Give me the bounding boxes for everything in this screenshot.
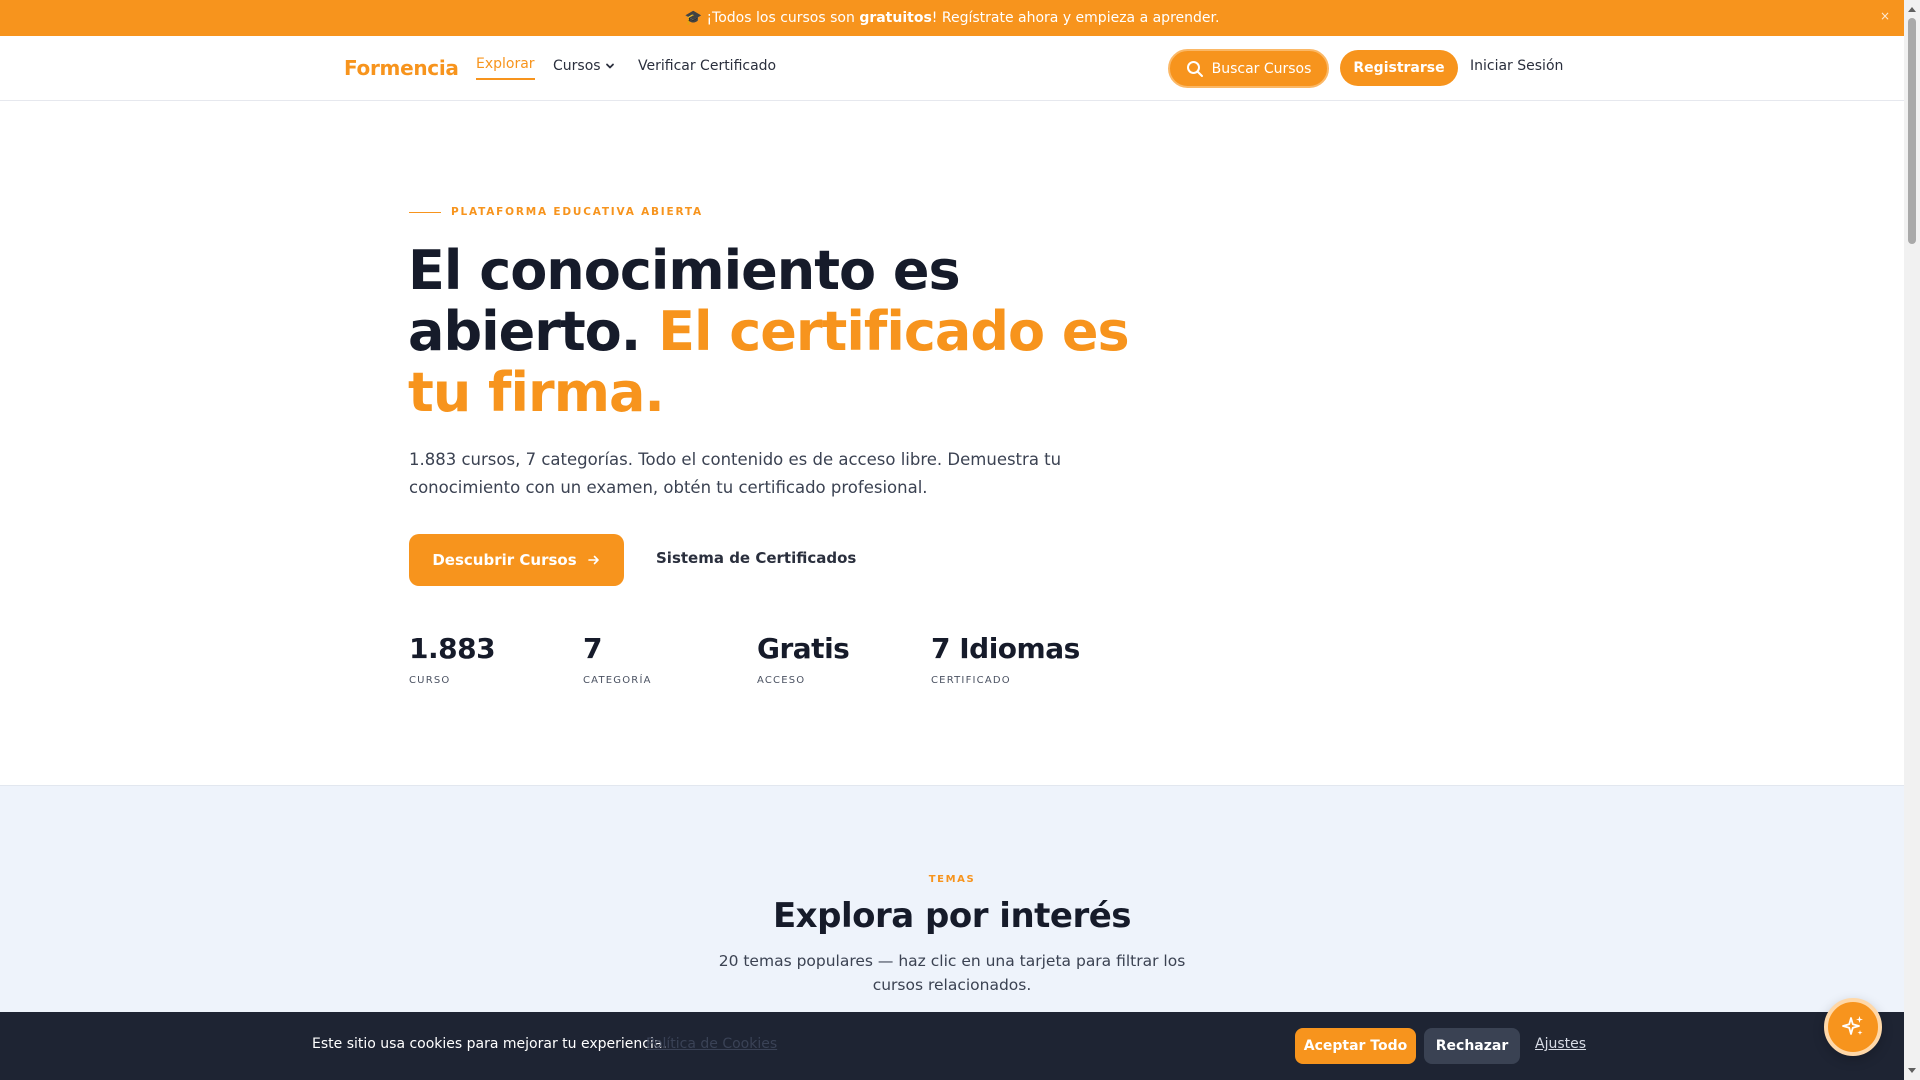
cookie-banner: Este sitio usa cookies para mejorar tu e… (0, 1012, 1904, 1080)
stat-value: 1.883 (409, 632, 496, 665)
ai-assistant-button[interactable] (1824, 998, 1882, 1056)
stat-value: 7 (583, 632, 602, 665)
stat-categories: 7 CATEGORÍA (583, 632, 652, 686)
announcement-text: 🎓 ¡Todos los cursos son gratuitos! Regís… (684, 10, 1220, 26)
hero-subtitle: 1.883 cursos, 7 categorías. Todo el cont… (409, 450, 1062, 497)
certificate-system-link[interactable]: Sistema de Certificados (656, 549, 856, 567)
stat-access: Gratis ACCESO (757, 632, 850, 686)
hero-eyebrow-text: PLATAFORMA EDUCATIVA ABIERTA (451, 206, 703, 218)
nav-courses-label: Cursos (553, 58, 601, 74)
hero-eyebrow: PLATAFORMA EDUCATIVA ABIERTA (409, 206, 703, 218)
stat-value: 7 Idiomas (931, 632, 1080, 665)
login-link[interactable]: Iniciar Sesión (1470, 58, 1563, 74)
site-header: Formencia Explorar Cursos Verificar Cert… (0, 36, 1904, 101)
hero-title-line2: abierto. (408, 300, 659, 363)
announcement-close-icon[interactable]: × (1880, 9, 1890, 23)
nav-courses[interactable]: Cursos (553, 58, 615, 74)
topics-eyebrow: TEMAS (928, 874, 976, 885)
logo[interactable]: Formencia (344, 56, 459, 80)
eyebrow-line (409, 211, 441, 213)
hero-title-accent-2: tu firma. (408, 361, 665, 424)
stat-courses: 1.883 CURSO (409, 632, 496, 686)
discover-courses-button[interactable]: Descubrir Cursos (409, 534, 624, 586)
search-icon (1186, 60, 1203, 77)
scroll-down-arrow-icon[interactable] (1904, 1064, 1920, 1078)
scrollbar-thumb[interactable] (1908, 18, 1916, 244)
hero-title-accent-1: El certificado es (658, 300, 1130, 363)
search-courses-label: Buscar Cursos (1211, 60, 1312, 77)
scroll-up-arrow-icon[interactable] (1904, 2, 1920, 16)
stat-languages: 7 Idiomas CERTIFICADO (931, 632, 1080, 686)
topics-title: Explora por interés (772, 896, 1132, 936)
stat-label: CERTIFICADO (931, 675, 1011, 686)
nav-verify-certificate[interactable]: Verificar Certificado (638, 58, 776, 74)
cookie-settings-link[interactable]: Ajustes (1535, 1036, 1586, 1052)
cookie-text: Este sitio usa cookies para mejorar tu e… (312, 1036, 667, 1052)
stat-value: Gratis (757, 632, 850, 665)
discover-courses-label: Descubrir Cursos (432, 551, 577, 569)
hero-title-line1: El conocimiento es (408, 239, 961, 302)
announcement-bar: 🎓 ¡Todos los cursos son gratuitos! Regís… (0, 0, 1904, 36)
stat-label: CURSO (409, 675, 451, 686)
sparkles-icon (1842, 1016, 1863, 1035)
nav-explore[interactable]: Explorar (476, 56, 535, 80)
topics-subtitle: 20 temas populares — haz clic en una tar… (718, 952, 1186, 994)
arrow-right-icon (587, 555, 599, 565)
cookie-policy-link[interactable]: Política de Cookies (646, 1036, 777, 1052)
stat-label: ACCESO (757, 675, 806, 686)
register-button[interactable]: Registrarse (1340, 50, 1458, 86)
reject-button[interactable]: Rechazar (1424, 1028, 1520, 1064)
hero-title: El conocimiento es abierto. El certifica… (408, 240, 1168, 423)
search-courses-button[interactable]: Buscar Cursos (1168, 49, 1329, 88)
stat-label: CATEGORÍA (583, 675, 652, 686)
chevron-down-icon (605, 63, 614, 69)
accept-all-button[interactable]: Aceptar Todo (1295, 1028, 1416, 1064)
page-scrollbar[interactable] (1904, 0, 1920, 1080)
